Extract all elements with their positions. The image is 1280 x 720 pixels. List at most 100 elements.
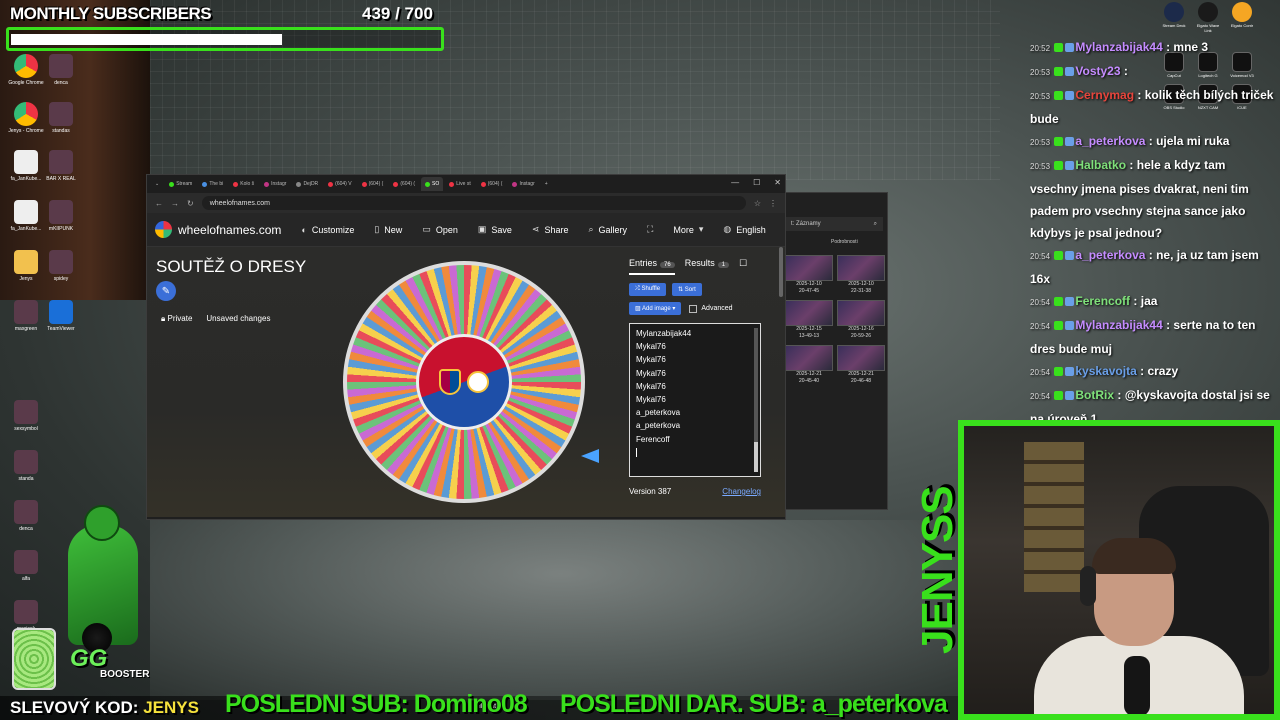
shuffle-button[interactable]: ⤮ Shuffle: [629, 283, 667, 296]
browser-tab[interactable]: Instagr: [260, 177, 290, 191]
site-logo[interactable]: wheelofnames.com: [155, 221, 281, 238]
desktop-icon[interactable]: mKIIPUNK: [38, 200, 84, 232]
details-label: Podrobnosti: [831, 239, 858, 245]
reload-icon[interactable]: ↻: [187, 199, 194, 208]
nav-new[interactable]: ▯ New: [374, 224, 402, 235]
entries-textarea[interactable]: Mylanzabijak44 Mykal76 Mykal76 Mykal76 Mykal…: [629, 323, 761, 477]
chat-username[interactable]: BotRix: [1075, 388, 1114, 402]
explorer-details-button[interactable]: Podrobnosti: [831, 239, 887, 245]
chat-separator: :: [1114, 388, 1125, 402]
browser-tab[interactable]: Stream: [165, 177, 196, 191]
chat-username[interactable]: Mylanzabijak44: [1075, 40, 1162, 54]
scrollbar-thumb[interactable]: [754, 442, 758, 472]
chat-username[interactable]: Mylanzabijak44: [1075, 318, 1162, 332]
url-input[interactable]: wheelofnames.com: [201, 196, 746, 210]
tab-favicon-icon: [169, 181, 175, 187]
fullscreen-button[interactable]: ⛶: [647, 224, 653, 235]
desktop-icon[interactable]: spidey: [38, 250, 84, 282]
chat-username[interactable]: Halbatko: [1075, 158, 1126, 172]
nav-save[interactable]: ▣ Save: [478, 224, 512, 235]
sort-button[interactable]: ⇅ Sort: [672, 283, 702, 296]
browser-tab[interactable]: Live st: [445, 177, 474, 191]
chat-username[interactable]: Vosty23: [1075, 64, 1120, 78]
window-controls: — ☐ ✕: [731, 178, 781, 187]
wheel-center-hub[interactable]: [416, 334, 512, 430]
browser-tab[interactable]: Kolo š: [229, 177, 258, 191]
explorer-file[interactable]: 2025-12-21 20-45-40: [785, 345, 833, 385]
browser-tab[interactable]: (604) V: [324, 177, 355, 191]
video-thumbnail: [837, 255, 885, 281]
edit-title-button[interactable]: ✎: [156, 281, 176, 301]
browser-tab[interactable]: (604) (: [477, 177, 507, 191]
desktop-icon[interactable]: sexsymbol: [3, 400, 49, 432]
tab-entries[interactable]: Entries 76: [629, 258, 675, 268]
tray-app-icon[interactable]: Stream Deck: [1160, 2, 1188, 33]
explorer-file[interactable]: 2025-12-16 20-59-26: [837, 300, 885, 340]
changelog-link[interactable]: Changelog: [722, 487, 761, 496]
file-explorer-window[interactable]: t: Záznamy ⌕ Podrobnosti 2025-12-10 20-47…: [780, 192, 888, 510]
new-tab-button[interactable]: +: [541, 177, 552, 191]
desktop-icon[interactable]: TeamViewer: [38, 300, 84, 332]
chat-text: mne 3: [1173, 40, 1209, 54]
back-icon[interactable]: ←: [155, 199, 163, 208]
browser-tab[interactable]: Instagr: [508, 177, 538, 191]
desktop-icon-label: mKIIPUNK: [48, 226, 74, 232]
nav-share[interactable]: ⋖ Share: [532, 224, 569, 235]
nav-customize[interactable]: ◐ Customize: [301, 225, 354, 235]
desktop-icon[interactable]: standas: [38, 102, 84, 134]
explorer-file[interactable]: 2025-12-21 20-46-48: [837, 345, 885, 385]
nav-language[interactable]: ◍ English: [723, 224, 765, 235]
wheel[interactable]: [343, 261, 585, 503]
bookmark-star-icon[interactable]: ☆: [754, 199, 761, 208]
desktop-icon[interactable]: denca: [38, 54, 84, 86]
tab-favicon-icon: [328, 181, 334, 187]
explorer-file[interactable]: 2025-12-10 22-31-38: [837, 255, 885, 295]
desktop-icon[interactable]: BAR X REAL: [38, 150, 84, 182]
forward-icon[interactable]: →: [171, 199, 179, 208]
kick-badge-icon: [1054, 321, 1064, 331]
minimize-icon[interactable]: —: [731, 178, 739, 187]
browser-tab[interactable]: (604) (: [389, 177, 419, 191]
explorer-search[interactable]: t: Záznamy ⌕: [785, 217, 883, 231]
chat-username[interactable]: a_peterkova: [1075, 248, 1145, 262]
desktop-icon-label: standa: [18, 476, 34, 482]
private-badge[interactable]: 🔒︎ Private: [161, 314, 192, 324]
chat-username[interactable]: Cernymag: [1075, 88, 1134, 102]
search-icon: ⌕: [588, 224, 594, 234]
tab-list-button[interactable]: ⌄: [151, 177, 163, 191]
add-image-button[interactable]: ▨ Add image ▾: [629, 302, 682, 315]
explorer-file[interactable]: 2025-12-10 20-47-45: [785, 255, 833, 295]
nav-gallery[interactable]: ⌕ Gallery: [588, 224, 627, 235]
browser-tab[interactable]: SO: [421, 177, 444, 191]
browser-window[interactable]: ⌄ Stream The bi Kolo š Instagr DejDR (604) V (6…: [146, 174, 786, 520]
sub-badge-icon: [1065, 321, 1075, 331]
chat-panel: 20:52 Mylanzabijak44 : mne 3 20:53 Vosty2…: [1030, 36, 1276, 430]
browser-tab[interactable]: (604) (: [358, 177, 388, 191]
tray-app-icon[interactable]: Elgato Wave Link: [1194, 2, 1222, 33]
chat-username[interactable]: kyskavojta: [1075, 364, 1136, 378]
active-tab-underline: [629, 273, 675, 275]
browser-tab[interactable]: DejDR: [292, 177, 322, 191]
explorer-file[interactable]: 2025-12-15 13-49-13: [785, 300, 833, 340]
advanced-checkbox[interactable]: Advanced: [689, 304, 733, 313]
image-icon: [14, 400, 38, 424]
chat-username[interactable]: a_peterkova: [1075, 134, 1145, 148]
chevron-down-icon: ▾: [672, 306, 676, 312]
hide-panel-checkbox[interactable]: ☐: [739, 258, 747, 269]
browser-tab[interactable]: The bi: [198, 177, 227, 191]
nav-more[interactable]: More ▾: [673, 224, 703, 235]
close-icon[interactable]: ✕: [774, 178, 781, 187]
nav-save-label: Save: [491, 224, 512, 235]
extensions-icon[interactable]: ⋮: [769, 199, 777, 208]
desktop-icon[interactable]: standa: [3, 450, 49, 482]
nav-open[interactable]: ▭ Open: [422, 224, 458, 235]
image-icon: [49, 200, 73, 224]
page-scrollbar[interactable]: [779, 247, 783, 297]
tab-results[interactable]: Results 1: [685, 258, 730, 268]
tray-app-icon[interactable]: Elgato Contr: [1228, 2, 1256, 33]
image-icon: [49, 150, 73, 174]
chat-message: 20:54 Mylanzabijak44 : serte na to ten d…: [1030, 314, 1276, 360]
entries-scrollbar[interactable]: [754, 328, 758, 472]
chat-username[interactable]: Ferencoff: [1075, 294, 1130, 308]
maximize-icon[interactable]: ☐: [753, 178, 760, 187]
